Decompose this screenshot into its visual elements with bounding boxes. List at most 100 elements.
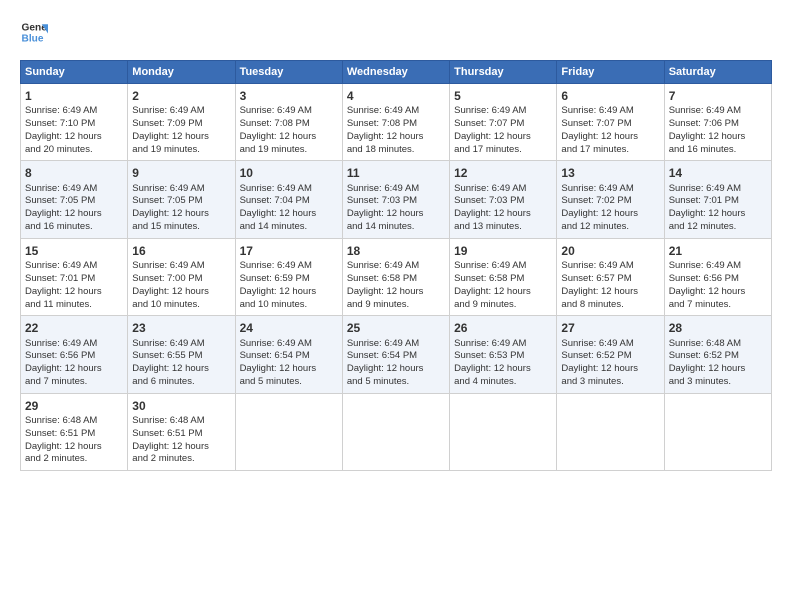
daylight-label: Daylight: 12 hours: [454, 208, 531, 219]
day-number: 7: [669, 88, 767, 104]
daylight-label: Daylight: 12 hours: [132, 441, 209, 452]
sunrise: Sunrise: 6:48 AM: [669, 338, 741, 349]
sunset: Sunset: 6:56 PM: [25, 350, 95, 361]
daylight-minutes: and 2 minutes.: [132, 453, 194, 464]
svg-text:General: General: [22, 22, 48, 33]
calendar-cell: 24Sunrise: 6:49 AMSunset: 6:54 PMDayligh…: [235, 316, 342, 393]
sunrise: Sunrise: 6:48 AM: [132, 415, 204, 426]
daylight-minutes: and 10 minutes.: [132, 299, 200, 310]
sunset: Sunset: 6:52 PM: [561, 350, 631, 361]
daylight-label: Daylight: 12 hours: [347, 208, 424, 219]
daylight-minutes: and 12 minutes.: [561, 221, 629, 232]
sunset: Sunset: 7:00 PM: [132, 273, 202, 284]
sunrise: Sunrise: 6:49 AM: [25, 105, 97, 116]
calendar-cell: [557, 393, 664, 470]
day-number: 15: [25, 243, 123, 259]
calendar-table: SundayMondayTuesdayWednesdayThursdayFrid…: [20, 60, 772, 471]
daylight-label: Daylight: 12 hours: [347, 286, 424, 297]
daylight-label: Daylight: 12 hours: [132, 363, 209, 374]
sunrise: Sunrise: 6:49 AM: [454, 338, 526, 349]
sunset: Sunset: 7:08 PM: [240, 118, 310, 129]
day-number: 2: [132, 88, 230, 104]
calendar-cell: 20Sunrise: 6:49 AM Sunset: 6:57 PM Dayligh…: [557, 238, 664, 315]
day-number: 18: [347, 243, 445, 259]
daylight-minutes: and 3 minutes.: [561, 376, 623, 387]
daylight-label: Daylight: 12 hours: [25, 208, 102, 219]
day-number: 21: [669, 243, 767, 259]
daylight-minutes: and 14 minutes.: [347, 221, 415, 232]
day-number: 13: [561, 165, 659, 181]
daylight-minutes: and 19 minutes.: [132, 144, 200, 155]
sunset: Sunset: 7:01 PM: [669, 195, 739, 206]
day-header-wednesday: Wednesday: [342, 61, 449, 84]
daylight-label: Daylight: 12 hours: [561, 286, 638, 297]
sunrise: Sunrise: 6:48 AM: [25, 415, 97, 426]
days-header-row: SundayMondayTuesdayWednesdayThursdayFrid…: [21, 61, 772, 84]
sunrise: Sunrise: 6:49 AM: [25, 260, 97, 271]
sunrise: Sunrise: 6:49 AM: [561, 338, 633, 349]
day-number: 26: [454, 320, 552, 336]
day-number: 17: [240, 243, 338, 259]
calendar-cell: 3Sunrise: 6:49 AM Sunset: 7:08 PM Daylight…: [235, 84, 342, 161]
calendar-cell: 29Sunrise: 6:48 AMSunset: 6:51 PMDayligh…: [21, 393, 128, 470]
daylight-minutes: and 20 minutes.: [25, 144, 93, 155]
calendar-cell: 23Sunrise: 6:49 AMSunset: 6:55 PMDayligh…: [128, 316, 235, 393]
sunrise: Sunrise: 6:49 AM: [240, 105, 312, 116]
daylight-label: Daylight: 12 hours: [454, 131, 531, 142]
sunset: Sunset: 6:51 PM: [132, 428, 202, 439]
daylight-label: Daylight: 12 hours: [25, 286, 102, 297]
day-number: 3: [240, 88, 338, 104]
day-number: 24: [240, 320, 338, 336]
day-number: 1: [25, 88, 123, 104]
day-header-monday: Monday: [128, 61, 235, 84]
daylight-label: Daylight: 12 hours: [561, 131, 638, 142]
daylight-label: Daylight: 12 hours: [669, 286, 746, 297]
sunset: Sunset: 7:05 PM: [132, 195, 202, 206]
calendar-cell: 25Sunrise: 6:49 AMSunset: 6:54 PMDayligh…: [342, 316, 449, 393]
sunrise: Sunrise: 6:49 AM: [561, 260, 633, 271]
daylight-label: Daylight: 12 hours: [132, 286, 209, 297]
day-header-thursday: Thursday: [450, 61, 557, 84]
sunrise: Sunrise: 6:49 AM: [240, 260, 312, 271]
day-header-friday: Friday: [557, 61, 664, 84]
daylight-minutes: and 9 minutes.: [454, 299, 516, 310]
calendar-cell: 26Sunrise: 6:49 AMSunset: 6:53 PMDayligh…: [450, 316, 557, 393]
daylight-minutes: and 17 minutes.: [561, 144, 629, 155]
sunset: Sunset: 7:05 PM: [25, 195, 95, 206]
daylight-minutes: and 7 minutes.: [669, 299, 731, 310]
day-header-saturday: Saturday: [664, 61, 771, 84]
sunrise: Sunrise: 6:49 AM: [132, 260, 204, 271]
daylight-minutes: and 11 minutes.: [25, 299, 92, 310]
sunset: Sunset: 7:01 PM: [25, 273, 95, 284]
day-number: 23: [132, 320, 230, 336]
sunset: Sunset: 6:59 PM: [240, 273, 310, 284]
calendar-cell: 17Sunrise: 6:49 AM Sunset: 6:59 PM Dayligh…: [235, 238, 342, 315]
calendar-cell: 18Sunrise: 6:49 AMSunset: 6:58 PMDayligh…: [342, 238, 449, 315]
day-number: 20: [561, 243, 659, 259]
day-number: 19: [454, 243, 552, 259]
sunset: Sunset: 7:03 PM: [454, 195, 524, 206]
daylight-minutes: and 18 minutes.: [347, 144, 415, 155]
sunset: Sunset: 7:02 PM: [561, 195, 631, 206]
daylight-minutes: and 7 minutes.: [25, 376, 87, 387]
sunset: Sunset: 6:54 PM: [240, 350, 310, 361]
daylight-label: Daylight: 12 hours: [240, 131, 317, 142]
sunset: Sunset: 6:57 PM: [561, 273, 631, 284]
daylight-label: Daylight: 12 hours: [25, 363, 102, 374]
calendar-cell: 19Sunrise: 6:49 AMSunset: 6:58 PMDayligh…: [450, 238, 557, 315]
svg-text:Blue: Blue: [22, 33, 44, 44]
sunrise: Sunrise: 6:49 AM: [454, 260, 526, 271]
calendar-cell: 14Sunrise: 6:49 AMSunset: 7:01 PMDayligh…: [664, 161, 771, 238]
daylight-minutes: and 12 minutes.: [669, 221, 737, 232]
calendar-cell: 2Sunrise: 6:49 AMSunset: 7:09 PMDaylight…: [128, 84, 235, 161]
sunrise: Sunrise: 6:49 AM: [132, 183, 204, 194]
day-number: 8: [25, 165, 123, 181]
sunset: Sunset: 7:07 PM: [454, 118, 524, 129]
daylight-label: Daylight: 12 hours: [561, 208, 638, 219]
sunrise: Sunrise: 6:49 AM: [132, 338, 204, 349]
daylight-label: Daylight: 12 hours: [240, 286, 317, 297]
day-number: 6: [561, 88, 659, 104]
sunrise: Sunrise: 6:49 AM: [240, 338, 312, 349]
daylight-label: Daylight: 12 hours: [25, 131, 102, 142]
sunrise: Sunrise: 6:49 AM: [347, 183, 419, 194]
